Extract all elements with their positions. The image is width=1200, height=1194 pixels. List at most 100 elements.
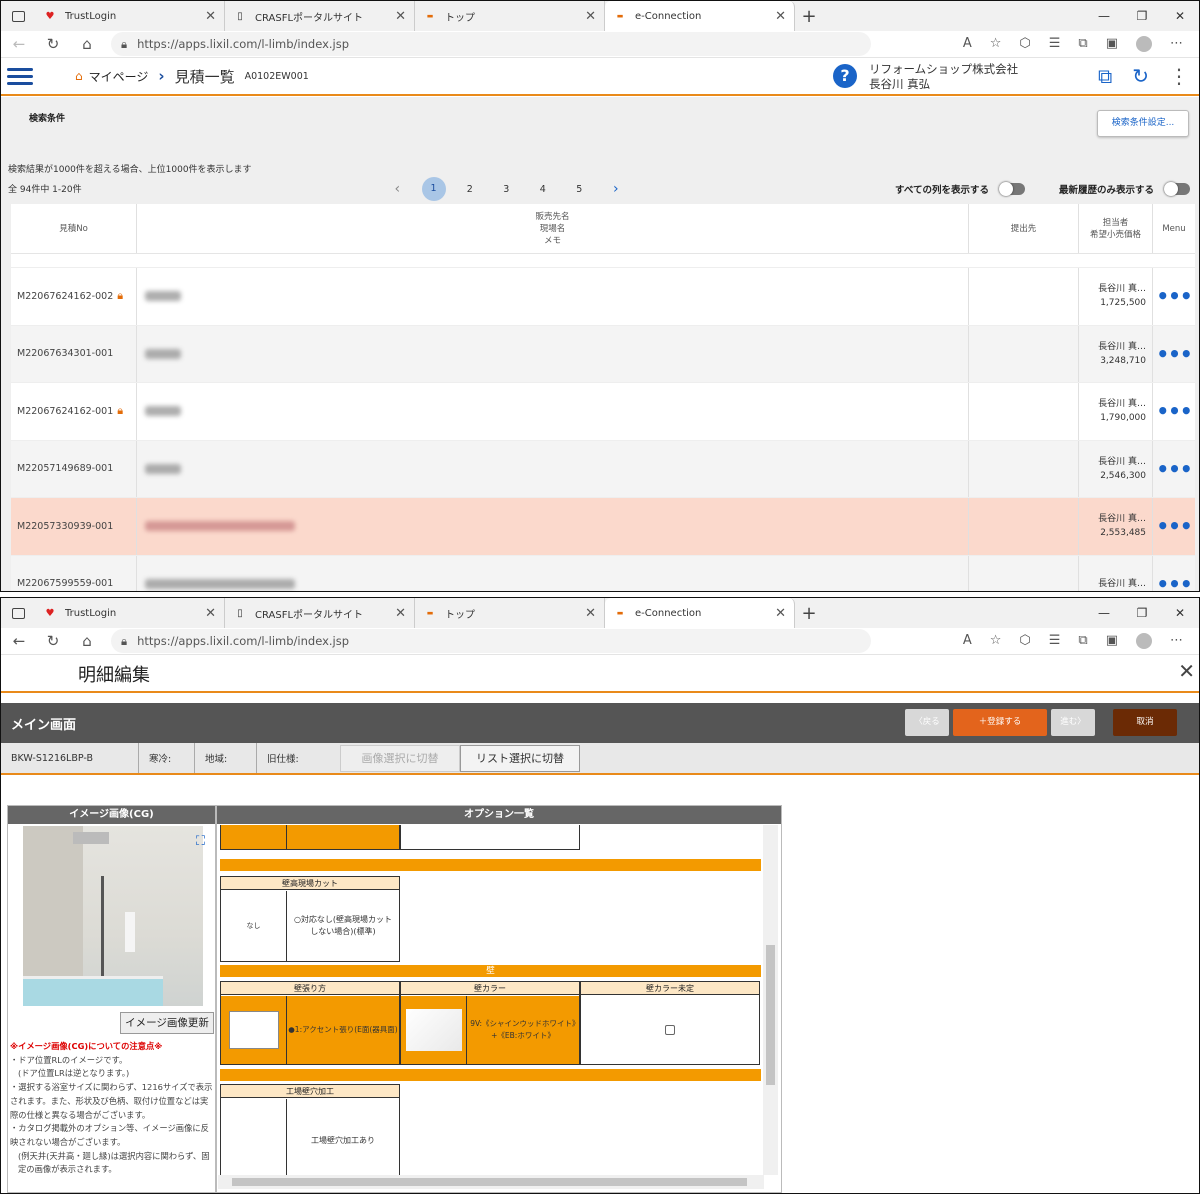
close-tab-icon[interactable]: ✕ <box>205 9 216 24</box>
favorite-star-icon[interactable]: ☆ <box>990 36 1002 52</box>
more-icon[interactable]: ⋯ <box>1170 633 1183 649</box>
reload-icon[interactable]: ↻ <box>43 35 63 53</box>
page-button-1[interactable]: 1 <box>421 177 446 201</box>
tab-actions-icon[interactable] <box>1 1 35 31</box>
page-button-5[interactable]: 5 <box>561 184 598 195</box>
table-row[interactable]: M22067624162-002 🔒︎ 長谷川 真… 1,725,500 ••• <box>11 268 1195 326</box>
read-aloud-icon[interactable]: A <box>963 633 972 649</box>
horizontal-scrollbar[interactable] <box>218 1175 764 1189</box>
prev-page-icon[interactable]: ‹ <box>379 181 416 197</box>
undecided-checkbox[interactable] <box>665 1025 675 1035</box>
close-tab-icon[interactable]: ✕ <box>395 9 406 24</box>
profile-avatar[interactable] <box>1136 36 1152 52</box>
row-menu-icon[interactable]: ••• <box>1153 326 1195 383</box>
minimize-icon[interactable]: — <box>1085 598 1123 628</box>
page-button-4[interactable]: 4 <box>525 184 562 195</box>
close-tab-icon[interactable]: ✕ <box>205 606 216 621</box>
favorites-icon[interactable]: ☰ <box>1049 633 1061 649</box>
close-window-icon[interactable]: ✕ <box>1161 598 1199 628</box>
back-button[interactable]: 〈戻る <box>905 709 949 736</box>
back-icon[interactable]: ← <box>9 632 29 650</box>
close-window-icon[interactable]: ✕ <box>1161 1 1199 31</box>
home-icon[interactable]: ⌂ <box>77 632 97 650</box>
table-row[interactable]: M22067599559-001 長谷川 真… ••• <box>11 555 1195 591</box>
kebab-menu-icon[interactable]: ⋮ <box>1169 64 1189 88</box>
profile-avatar[interactable] <box>1136 633 1152 649</box>
image-update-button[interactable]: イメージ画像更新 <box>120 1012 214 1034</box>
close-icon[interactable]: ✕ <box>1178 659 1195 683</box>
tab-trustlogin[interactable]: ♥ TrustLogin ✕ <box>35 1 225 31</box>
row-menu-icon[interactable]: ••• <box>1153 268 1195 325</box>
maximize-icon[interactable]: ❐ <box>1123 598 1161 628</box>
more-icon[interactable]: ⋯ <box>1170 36 1183 52</box>
table-row-highlighted[interactable]: M22057330939-001 長谷川 真… 2,553,485 ••• <box>11 498 1195 556</box>
new-tab-icon[interactable]: + <box>795 603 823 624</box>
read-aloud-icon[interactable]: A <box>963 36 972 52</box>
close-tab-icon[interactable]: ✕ <box>775 9 786 24</box>
image-select-button[interactable]: 画像選択に切替 <box>340 745 460 772</box>
url-field[interactable]: 🔒︎ https://apps.lixil.com/l-limb/index.j… <box>111 32 871 56</box>
estimate-no[interactable]: M22067634301-001 <box>17 348 113 359</box>
row-menu-icon[interactable]: ••• <box>1153 383 1195 440</box>
collections-icon[interactable]: ⧉ <box>1078 633 1087 649</box>
toggle-switch-latest-only[interactable] <box>1164 182 1191 196</box>
minimize-icon[interactable]: — <box>1085 1 1123 31</box>
vertical-scrollbar[interactable] <box>763 825 778 1175</box>
row-menu-icon[interactable]: ••• <box>1153 441 1195 498</box>
next-page-icon[interactable]: › <box>598 181 635 197</box>
register-button[interactable]: ＋登録する <box>953 709 1047 736</box>
home-crumb-icon[interactable]: ⌂ <box>75 69 83 83</box>
help-icon[interactable]: ? <box>833 64 857 88</box>
zoom-icon[interactable]: ⛶ <box>196 834 205 849</box>
page-button-3[interactable]: 3 <box>488 184 525 195</box>
extensions-icon[interactable]: ⬡ <box>1019 633 1030 649</box>
hamburger-menu-icon[interactable] <box>7 64 33 89</box>
row-menu-icon[interactable]: ••• <box>1153 498 1195 555</box>
option-cell-selected[interactable] <box>287 825 399 849</box>
tab-actions-icon[interactable] <box>1 598 35 628</box>
estimate-no[interactable]: M22067624162-002 <box>17 291 113 302</box>
cancel-button[interactable]: 取消 <box>1113 709 1177 736</box>
option-cell-image[interactable] <box>221 996 287 1064</box>
option-cell-empty[interactable] <box>221 1099 287 1176</box>
favorite-star-icon[interactable]: ☆ <box>990 633 1002 649</box>
estimate-no[interactable]: M22057330939-001 <box>17 521 113 532</box>
close-tab-icon[interactable]: ✕ <box>775 606 786 621</box>
refresh-icon[interactable]: ↻ <box>1132 64 1149 88</box>
col-header-no[interactable]: 見積No <box>11 204 137 253</box>
url-field[interactable]: 🔒︎ https://apps.lixil.com/l-limb/index.j… <box>111 629 871 653</box>
estimate-no[interactable]: M22057149689-001 <box>17 463 113 474</box>
table-row[interactable]: M22067634301-001 長谷川 真… 3,248,710 ••• <box>11 325 1195 383</box>
col-header-customer[interactable]: 販売先名 現場名 メモ <box>137 204 969 253</box>
tab-crasfl[interactable]: ▯ CRASFLポータルサイト ✕ <box>225 1 415 31</box>
tab-top[interactable]: ▬ トップ ✕ <box>415 1 605 31</box>
tab-top[interactable]: ▬ トップ ✕ <box>415 598 605 628</box>
home-icon[interactable]: ⌂ <box>77 35 97 53</box>
extensions-icon[interactable]: ⬡ <box>1019 36 1030 52</box>
table-row[interactable]: M22067624162-001 🔒︎ 長谷川 真… 1,790,000 ••• <box>11 383 1195 441</box>
option-cell-standard[interactable]: ○対応なし(壁高現場カットしない場合)(標準) <box>287 891 399 961</box>
back-icon[interactable]: ← <box>9 35 29 53</box>
row-menu-icon[interactable]: ••• <box>1153 556 1195 591</box>
option-cell-factory-hole[interactable]: 工場壁穴加工あり <box>287 1099 399 1176</box>
option-cell-selected[interactable] <box>221 825 287 849</box>
option-cell-image[interactable] <box>401 996 467 1064</box>
option-cell-selected[interactable]: 9V:《シャインウッドホワイト》+《EB:ホワイト》 <box>467 996 579 1064</box>
tab-e-connection[interactable]: ▬ e-Connection ✕ <box>605 598 795 628</box>
estimate-no[interactable]: M22067599559-001 <box>17 578 113 589</box>
search-settings-button[interactable]: 検索条件設定... <box>1097 110 1189 137</box>
breadcrumb-mypage[interactable]: マイページ <box>89 68 149 85</box>
col-header-staff[interactable]: 担当者 希望小売価格 <box>1079 204 1153 253</box>
favorites-icon[interactable]: ☰ <box>1049 36 1061 52</box>
reload-icon[interactable]: ↻ <box>43 632 63 650</box>
screenshot-icon[interactable]: ▣ <box>1106 36 1118 52</box>
close-tab-icon[interactable]: ✕ <box>585 606 596 621</box>
list-select-button[interactable]: リスト選択に切替 <box>460 745 580 772</box>
option-cell-selected[interactable]: ●1:アクセント張り(E面(器具面) <box>287 996 399 1064</box>
option-cell-none[interactable]: なし <box>221 891 287 961</box>
collections-icon[interactable]: ⧉ <box>1078 36 1087 52</box>
screenshot-icon[interactable]: ▣ <box>1106 633 1118 649</box>
page-button-2[interactable]: 2 <box>452 184 489 195</box>
next-button[interactable]: 進む〉 <box>1051 709 1095 736</box>
table-row[interactable]: M22057149689-001 長谷川 真… 2,546,300 ••• <box>11 440 1195 498</box>
